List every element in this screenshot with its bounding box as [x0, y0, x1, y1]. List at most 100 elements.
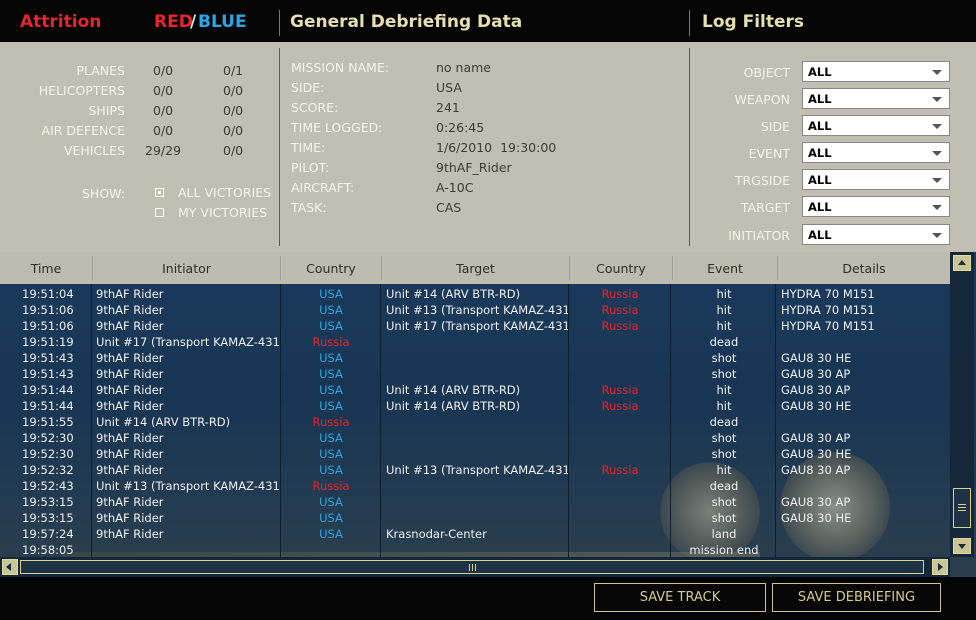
- table-row[interactable]: 19:51:19 Unit #17 (Transport KAMAZ-43101 R…: [0, 334, 950, 350]
- target-cell: Unit #14 (ARV BTR-RD): [386, 383, 521, 397]
- column-header-details[interactable]: Details: [778, 261, 950, 276]
- vertical-scrollbar[interactable]: [950, 252, 974, 557]
- scroll-up-arrow-icon[interactable]: [953, 255, 971, 271]
- table-header: Time Initiator Country Target Country Ev…: [0, 252, 950, 284]
- table-row[interactable]: 19:53:15 9thAF Rider USA shot GAU8 30 HE: [0, 510, 950, 526]
- time-cell: 19:51:44: [22, 399, 74, 413]
- filter-initiator-value: ALL: [808, 228, 832, 242]
- filter-label-weapon: WEAPON: [734, 92, 790, 107]
- initiator-cell: 9thAF Rider: [96, 463, 164, 477]
- initiator-cell: Unit #17 (Transport KAMAZ-43101: [96, 335, 279, 349]
- event-cell: shot: [711, 351, 737, 365]
- event-cell: hit: [716, 303, 732, 317]
- event-log-table: BC Time Initiator Country Target Country…: [0, 252, 976, 577]
- save-debriefing-button[interactable]: SAVE DEBRIEFING: [772, 583, 941, 612]
- filter-weapon-select[interactable]: ALL: [802, 88, 950, 109]
- country-cell: USA: [319, 287, 343, 301]
- time-cell: 19:51:19: [22, 335, 74, 349]
- table-row[interactable]: 19:53:15 9thAF Rider USA shot GAU8 30 AP: [0, 494, 950, 510]
- table-row[interactable]: 19:51:06 9thAF Rider USA Unit #17 (Transpor…: [0, 318, 950, 334]
- column-header-initiator[interactable]: Initiator: [93, 261, 280, 276]
- event-cell: shot: [711, 495, 737, 509]
- table-row[interactable]: 19:52:30 9thAF Rider USA shot GAU8 30 AP: [0, 430, 950, 446]
- attrition-blue-value: 0/0: [223, 83, 244, 98]
- country-cell: USA: [319, 319, 343, 333]
- target-cell: Unit #14 (ARV BTR-RD): [386, 399, 521, 413]
- filter-trgside-select[interactable]: ALL: [802, 169, 950, 190]
- attrition-blue-value: 0/1: [223, 63, 244, 78]
- attrition-red-value: 29/29: [145, 143, 182, 158]
- table-row[interactable]: 19:51:06 9thAF Rider USA Unit #13 (Transpor…: [0, 302, 950, 318]
- target-cell: Unit #17 (Transport KAMAZ-43101: [386, 319, 568, 333]
- table-row[interactable]: 19:52:43 Unit #13 (Transport KAMAZ-43101 R…: [0, 478, 950, 494]
- event-cell: dead: [709, 479, 739, 493]
- table-row[interactable]: 19:51:44 9thAF Rider USA Unit #14 (ARV BTR-…: [0, 382, 950, 398]
- time-cell: 19:53:15: [22, 495, 74, 509]
- details-cell: GAU8 30 HE: [781, 351, 852, 365]
- chevron-down-icon[interactable]: [932, 178, 942, 183]
- column-header-country[interactable]: Country: [281, 261, 381, 276]
- chevron-down-icon[interactable]: [932, 70, 942, 75]
- filter-event-select[interactable]: ALL: [802, 142, 950, 163]
- table-row[interactable]: 19:51:04 9thAF Rider USA Unit #14 (ARV BTR-…: [0, 286, 950, 302]
- column-header-event[interactable]: Event: [673, 261, 777, 276]
- radio-unselected-icon[interactable]: [155, 208, 164, 217]
- show-label: SHOW:: [81, 186, 125, 201]
- target-country-cell: Russia: [601, 399, 639, 413]
- chevron-down-icon[interactable]: [932, 97, 942, 102]
- time-label: TIME:: [291, 140, 326, 155]
- filter-initiator-select[interactable]: ALL: [802, 224, 950, 245]
- country-cell: Russia: [312, 415, 350, 429]
- filter-object-select[interactable]: ALL: [802, 61, 950, 82]
- scroll-right-arrow-icon[interactable]: [932, 559, 948, 575]
- initiator-cell: Unit #14 (ARV BTR-RD): [96, 415, 231, 429]
- horizontal-scroll-thumb[interactable]: [20, 560, 924, 574]
- event-cell: land: [711, 527, 737, 541]
- initiator-cell: 9thAF Rider: [96, 367, 164, 381]
- filter-label-initiator: INITIATOR: [728, 228, 790, 243]
- save-track-button[interactable]: SAVE TRACK: [594, 583, 766, 612]
- scroll-left-arrow-icon[interactable]: [2, 559, 18, 575]
- table-row[interactable]: 19:57:24 9thAF Rider USA Krasnodar-Center la…: [0, 526, 950, 542]
- radio-selected-icon[interactable]: [155, 188, 164, 197]
- table-row[interactable]: 19:52:32 9thAF Rider USA Unit #13 (Transpor…: [0, 462, 950, 478]
- column-header-target-country[interactable]: Country: [570, 261, 672, 276]
- time-cell: 19:51:44: [22, 383, 74, 397]
- country-cell: Russia: [312, 335, 350, 349]
- column-header-time[interactable]: Time: [0, 261, 92, 276]
- country-cell: Russia: [312, 479, 350, 493]
- grip-line: [958, 510, 966, 511]
- horizontal-scrollbar[interactable]: [0, 557, 950, 577]
- chevron-down-icon[interactable]: [932, 124, 942, 129]
- table-row[interactable]: 19:52:30 9thAF Rider USA shot GAU8 30 HE: [0, 446, 950, 462]
- initiator-cell: 9thAF Rider: [96, 399, 164, 413]
- grip-line: [958, 504, 966, 505]
- chevron-down-icon[interactable]: [932, 233, 942, 238]
- filter-weapon-value: ALL: [808, 92, 832, 106]
- time-cell: 19:52:30: [22, 431, 74, 445]
- filter-side-select[interactable]: ALL: [802, 115, 950, 136]
- my-victories-label: MY VICTORIES: [178, 205, 268, 220]
- event-cell: shot: [711, 431, 737, 445]
- chevron-down-icon[interactable]: [932, 205, 942, 210]
- side-separator: /: [190, 12, 197, 32]
- table-row[interactable]: 19:51:43 9thAF Rider USA shot GAU8 30 AP: [0, 366, 950, 382]
- scroll-down-arrow-icon[interactable]: [953, 538, 971, 554]
- table-row[interactable]: 19:58:05 mission end: [0, 542, 950, 558]
- filter-trgside-value: ALL: [808, 173, 832, 187]
- attrition-title: Attrition: [20, 12, 102, 32]
- time-cell: 19:58:05: [22, 543, 74, 557]
- panel-divider: [279, 48, 280, 246]
- target-cell: Unit #13 (Transport KAMAZ-43101: [386, 463, 568, 477]
- filter-target-select[interactable]: ALL: [802, 196, 950, 217]
- table-row[interactable]: 19:51:44 9thAF Rider USA Unit #14 (ARV BTR-…: [0, 398, 950, 414]
- details-cell: HYDRA 70 M151: [781, 319, 875, 333]
- details-cell: GAU8 30 AP: [781, 431, 851, 445]
- table-row[interactable]: 19:51:55 Unit #14 (ARV BTR-RD) Russia dead: [0, 414, 950, 430]
- table-row[interactable]: 19:51:43 9thAF Rider USA shot GAU8 30 HE: [0, 350, 950, 366]
- event-cell: hit: [716, 383, 732, 397]
- initiator-cell: Unit #13 (Transport KAMAZ-43101: [96, 479, 279, 493]
- chevron-down-icon[interactable]: [932, 151, 942, 156]
- column-header-target[interactable]: Target: [382, 261, 569, 276]
- vertical-scroll-thumb[interactable]: [953, 488, 971, 528]
